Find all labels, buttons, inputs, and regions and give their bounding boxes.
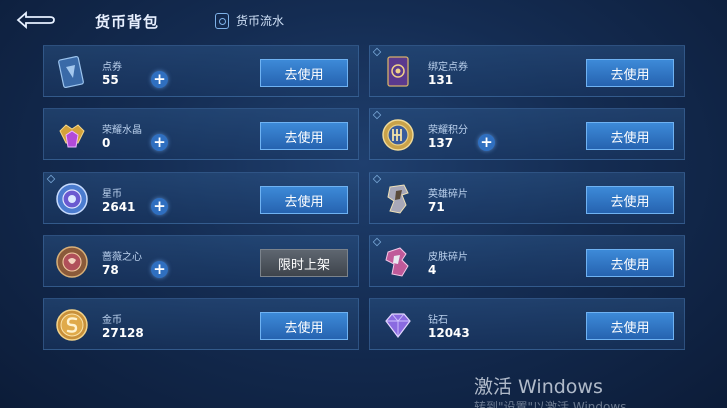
currency-name: 绑定点券 [428, 62, 468, 73]
coupon-card-icon [58, 55, 84, 89]
currency-card-glory-points: 荣耀积分 137 + 去使用 [369, 108, 685, 160]
glory-crystal-icon [59, 124, 85, 148]
currency-name: 蔷薇之心 [102, 252, 142, 263]
currency-name: 荣耀积分 [428, 125, 468, 136]
currency-amount: 55 [102, 73, 119, 87]
currency-card-coupon: 点券 55 + 去使用 [43, 45, 359, 97]
use-glory-crystal-button[interactable]: 去使用 [260, 122, 348, 150]
tab-currency-flow-label: 货币流水 [236, 14, 285, 28]
currency-card-gold-coin: 金币 27128 去使用 [43, 298, 359, 350]
add-rose-heart-button[interactable]: + [151, 261, 168, 278]
currency-name: 点券 [102, 62, 122, 73]
back-arrow-icon [16, 11, 55, 29]
currency-amount: 27128 [102, 326, 144, 340]
skin-shard-icon [385, 247, 409, 277]
currency-name: 星币 [102, 189, 122, 200]
tab-currency-flow[interactable]: 货币流水 [215, 12, 284, 29]
currency-amount: 131 [428, 73, 454, 87]
page-title: 货币背包 [95, 13, 160, 31]
use-gold-coin-button[interactable]: 去使用 [260, 312, 348, 340]
currency-name: 钻石 [428, 315, 448, 326]
add-star-coin-button[interactable]: + [151, 198, 168, 215]
use-coupon-button[interactable]: 去使用 [260, 59, 348, 87]
use-skin-shard-button[interactable]: 去使用 [586, 249, 674, 277]
currency-name: 荣耀水晶 [102, 125, 142, 136]
currency-name: 皮肤碎片 [428, 252, 468, 263]
currency-card-skin-shard: 皮肤碎片 4 去使用 [369, 235, 685, 287]
back-button[interactable] [14, 8, 58, 32]
currency-amount: 78 [102, 263, 119, 277]
currency-amount: 12043 [428, 326, 470, 340]
use-glory-points-button[interactable]: 去使用 [586, 122, 674, 150]
use-hero-shard-button[interactable]: 去使用 [586, 186, 674, 214]
hero-shard-icon [387, 184, 409, 214]
use-star-coin-button[interactable]: 去使用 [260, 186, 348, 214]
use-bound-coupon-button[interactable]: 去使用 [586, 59, 674, 87]
currency-card-bound-coupon: 绑定点券 131 去使用 [369, 45, 685, 97]
currency-card-rose-heart: 蔷薇之心 78 + 限时上架 [43, 235, 359, 287]
currency-amount: 71 [428, 200, 445, 214]
currency-amount: 2641 [102, 200, 136, 214]
diamond-icon [385, 313, 411, 338]
windows-activation-watermark: 激活 Windows [474, 376, 603, 398]
currency-name: 金币 [102, 315, 122, 326]
currency-card-glory-crystal: 荣耀水晶 0 + 去使用 [43, 108, 359, 160]
windows-activation-hint: 转到"设置"以激活 Windows。 [474, 400, 639, 408]
bound-coupon-card-icon [387, 56, 409, 87]
currency-amount: 0 [102, 136, 111, 150]
currency-card-star-coin: 星币 2641 + 去使用 [43, 172, 359, 224]
ledger-icon [215, 12, 229, 29]
currency-card-hero-shard: 英雄碎片 71 去使用 [369, 172, 685, 224]
use-diamond-button[interactable]: 去使用 [586, 312, 674, 340]
glory-points-icon [382, 119, 414, 151]
star-coin-icon [56, 183, 88, 215]
currency-amount: 4 [428, 263, 437, 277]
top-bar: 货币背包 货币流水 [0, 0, 727, 40]
add-glory-points-button[interactable]: + [478, 134, 495, 151]
add-glory-crystal-button[interactable]: + [151, 134, 168, 151]
currency-card-diamond: 钻石 12043 去使用 [369, 298, 685, 350]
currency-name: 英雄碎片 [428, 189, 468, 200]
add-coupon-button[interactable]: + [151, 71, 168, 88]
limited-listing-button: 限时上架 [260, 249, 348, 277]
currency-amount: 137 [428, 136, 454, 150]
rose-heart-icon [56, 246, 88, 278]
gold-coin-icon [56, 309, 88, 341]
